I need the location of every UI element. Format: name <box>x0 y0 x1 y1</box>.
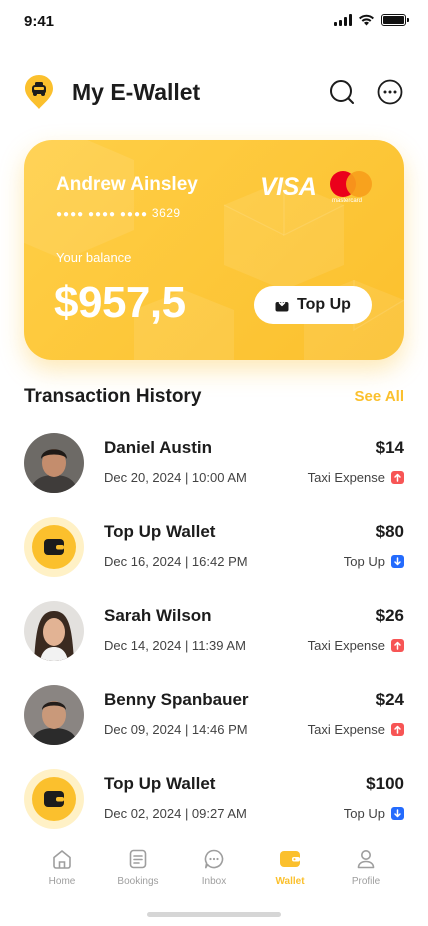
arrow-up-icon <box>391 639 404 652</box>
transaction-type-label: Taxi Expense <box>307 470 385 485</box>
transaction-type: Taxi Expense <box>308 638 404 653</box>
profile-icon <box>357 850 375 869</box>
mastercard-logo: mastercard <box>330 171 374 209</box>
wallet-icon <box>44 539 64 555</box>
nav-label-home: Home <box>48 876 76 887</box>
wifi-icon <box>359 14 374 26</box>
card-holder-name: Andrew Ainsley <box>56 174 198 195</box>
wallet-avatar <box>24 517 84 577</box>
more-icon <box>377 79 403 105</box>
balance-label: Your balance <box>56 250 132 265</box>
nav-item-inbox[interactable]: Inbox <box>182 838 246 898</box>
transaction-date: Dec 02, 2024 | 09:27 AM <box>104 806 247 821</box>
wallet-avatar <box>24 769 84 829</box>
header-actions <box>328 78 404 106</box>
card-number-last4: 3629 <box>151 206 181 220</box>
transaction-amount: $100 <box>366 774 404 793</box>
cellular-signal-icon <box>334 14 352 26</box>
mastercard-label: mastercard <box>332 198 363 204</box>
transaction-type-label: Taxi Expense <box>307 722 385 737</box>
search-button[interactable] <box>328 78 356 106</box>
bookings-icon <box>129 849 147 869</box>
nav-label-inbox: Inbox <box>201 876 227 887</box>
wallet-icon <box>280 851 300 867</box>
wallet-card[interactable]: Andrew Ainsley ●●●● ●●●● ●●●● 3629 VISA … <box>24 140 404 360</box>
avatar <box>24 433 84 493</box>
inbox-icon <box>204 849 224 869</box>
transaction-type: Top Up <box>344 806 404 821</box>
see-all-link[interactable]: See All <box>355 388 404 405</box>
status-bar: 9:41 <box>0 0 428 44</box>
wallet-icon <box>44 791 64 807</box>
transaction-date: Dec 14, 2024 | 11:39 AM <box>104 638 246 653</box>
avatar <box>24 685 84 745</box>
transaction-type-label: Top Up <box>343 806 385 821</box>
transaction-amount: $14 <box>375 438 404 457</box>
more-button[interactable] <box>376 78 404 106</box>
card-number-mask: ●●●● ●●●● ●●●● <box>56 209 149 220</box>
transaction-name: Sarah Wilson <box>104 606 212 625</box>
transaction-list: Daniel Austin Dec 20, 2024 | 10:00 AM $1… <box>24 430 404 850</box>
transaction-name: Top Up Wallet <box>104 522 216 541</box>
transaction-date: Dec 20, 2024 | 10:00 AM <box>104 470 247 485</box>
transaction-row[interactable]: Daniel Austin Dec 20, 2024 | 10:00 AM $1… <box>24 430 404 514</box>
balance-value: $957,5 <box>54 278 186 327</box>
transaction-date: Dec 09, 2024 | 14:46 PM <box>104 722 248 737</box>
status-time: 9:41 <box>24 13 55 30</box>
arrow-up-icon <box>391 723 404 736</box>
arrow-down-icon <box>391 807 404 820</box>
home-icon <box>53 850 71 869</box>
page-title: My E-Wallet <box>72 78 201 105</box>
avatar <box>24 601 84 661</box>
arrow-up-icon <box>391 471 404 484</box>
transaction-row[interactable]: Benny Spanbauer Dec 09, 2024 | 14:46 PM … <box>24 682 404 766</box>
nav-item-home[interactable]: Home <box>30 838 94 898</box>
transaction-amount: $80 <box>375 522 404 541</box>
nav-label-profile: Profile <box>351 876 381 887</box>
nav-item-profile[interactable]: Profile <box>334 838 398 898</box>
arrow-down-icon <box>391 555 404 568</box>
header: My E-Wallet <box>24 72 404 112</box>
download-icon <box>275 298 289 312</box>
transaction-name: Benny Spanbauer <box>104 690 249 709</box>
taxi-logo-icon <box>25 75 53 109</box>
visa-logo: VISA <box>260 173 317 201</box>
section-title: Transaction History <box>24 386 202 407</box>
nav-label-wallet: Wallet <box>275 876 305 887</box>
status-icons <box>334 14 409 26</box>
transaction-amount: $26 <box>375 606 404 625</box>
transaction-type: Taxi Expense <box>308 470 404 485</box>
transaction-row[interactable]: Sarah Wilson Dec 14, 2024 | 11:39 AM $26… <box>24 598 404 682</box>
nav-item-wallet[interactable]: Wallet <box>258 838 322 898</box>
transaction-type: Taxi Expense <box>308 722 404 737</box>
transaction-type: Top Up <box>344 554 404 569</box>
battery-icon <box>381 14 409 26</box>
top-up-label: Top Up <box>297 296 351 313</box>
transaction-type-label: Taxi Expense <box>307 638 385 653</box>
card-number: ●●●● ●●●● ●●●● 3629 <box>56 206 181 220</box>
search-icon <box>330 80 354 104</box>
nav-item-bookings[interactable]: Bookings <box>106 838 170 898</box>
transaction-type-label: Top Up <box>343 554 385 569</box>
transaction-name: Top Up Wallet <box>104 774 216 793</box>
home-indicator <box>147 912 281 917</box>
bottom-nav: Home Bookings Inbox Wallet Profile <box>0 838 428 898</box>
nav-label-bookings: Bookings <box>117 876 159 887</box>
top-up-button[interactable]: Top Up <box>254 286 372 324</box>
transaction-row[interactable]: Top Up Wallet Dec 16, 2024 | 16:42 PM $8… <box>24 514 404 598</box>
transaction-date: Dec 16, 2024 | 16:42 PM <box>104 554 248 569</box>
transaction-name: Daniel Austin <box>104 438 212 457</box>
transaction-amount: $24 <box>375 690 404 709</box>
